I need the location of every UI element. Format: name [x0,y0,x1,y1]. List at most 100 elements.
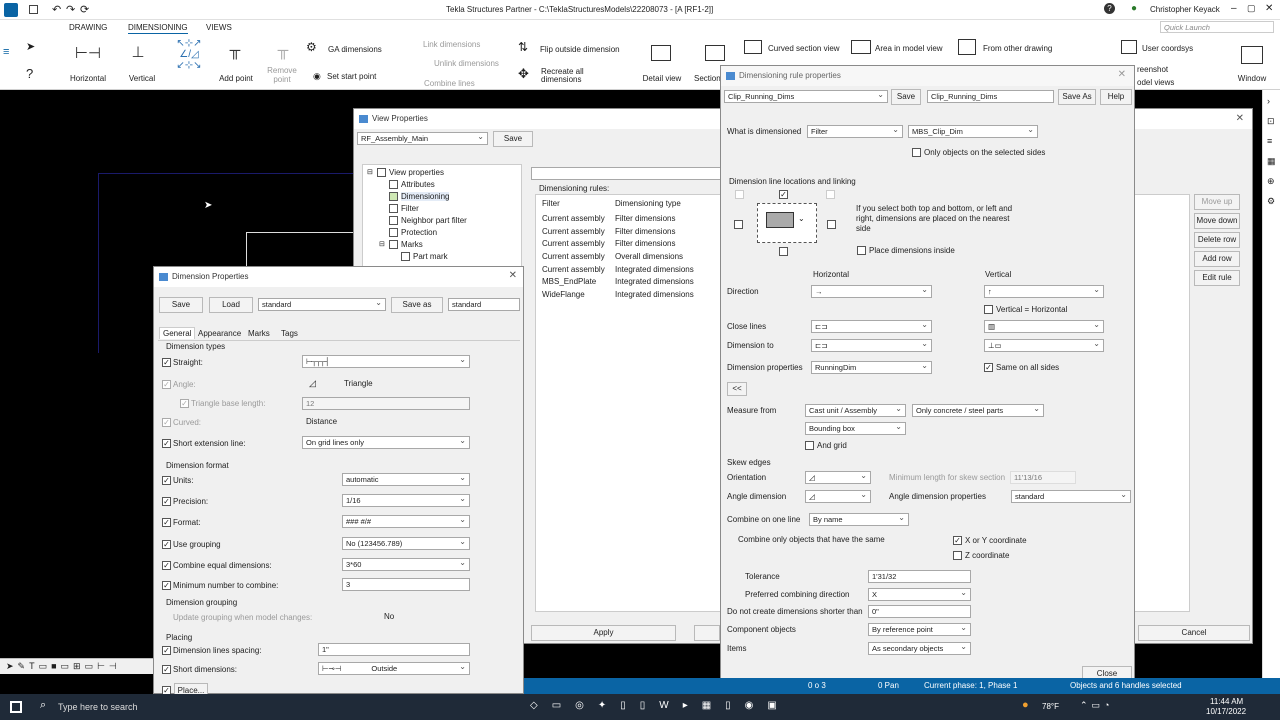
quick-launch-input[interactable]: Quick Launch [1160,21,1274,33]
user-name[interactable]: Christopher Keyack [1150,5,1220,14]
vert-eq-horiz-checkbox[interactable] [984,305,993,314]
dim-load-button[interactable]: Load [209,297,253,313]
view-filter-input[interactable] [531,167,731,180]
collapse-button[interactable]: << [727,382,747,396]
combine-equal-select[interactable]: 3*60 [342,558,470,571]
min-combine-input[interactable]: 3 [342,578,470,591]
units-select[interactable]: automatic [342,473,470,486]
orientation-select[interactable]: ◿ [805,471,871,484]
side-chevron-icon[interactable]: › [1267,96,1270,106]
units-checkbox[interactable]: ✓ [162,476,171,485]
add-row-button[interactable]: Add row [1194,251,1240,267]
ga-dimensions-button[interactable]: GA dimensions [328,45,382,54]
short-ext-checkbox[interactable]: ✓ [162,439,171,448]
dim-save-as-input[interactable]: standard [448,298,520,311]
section-button[interactable]: Section [694,74,721,83]
tree-checkbox[interactable] [389,216,398,225]
dim-save-button[interactable]: Save [159,297,203,313]
taskbar-search-input[interactable]: Type here to search [58,702,138,712]
user-coordsys-button[interactable]: User coordsys [1142,44,1193,53]
pref-dir-select[interactable]: X [868,588,971,601]
straight-select[interactable]: ⊢┬┬┬┤ [302,355,470,368]
direction-vertical-select[interactable]: ↑ [984,285,1104,298]
angle-dim-select[interactable]: ◿ [805,490,871,503]
combine-lines-button[interactable]: Combine lines [424,79,475,88]
only-concrete-select[interactable]: Only concrete / steel parts [912,404,1044,417]
table-row-filter[interactable]: Current assembly [542,227,605,236]
direction-horizontal-select[interactable]: → [811,285,932,298]
dim-tools-icon[interactable]: ↖⊹↗ ∠/◿ ↙⊹↘ [168,38,210,71]
apply-button[interactable]: Apply [531,625,676,641]
unlink-dimensions-button[interactable]: Unlink dimensions [434,59,499,68]
tree-checkbox[interactable] [389,204,398,213]
same-all-checkbox[interactable]: ✓ [984,363,993,372]
short-dims-checkbox[interactable]: ✓ [162,665,171,674]
edit-rule-button[interactable]: Edit rule [1194,270,1240,286]
bottom-side-checkbox[interactable] [779,247,788,256]
table-row-type[interactable]: Filter dimensions [615,214,675,223]
delete-row-button[interactable]: Delete row [1194,232,1240,248]
bounding-box-select[interactable]: Bounding box [805,422,906,435]
curved-value[interactable]: Distance [306,417,337,426]
tree-marks[interactable]: Marks [401,240,423,249]
tree-attributes[interactable]: Attributes [401,180,435,189]
place-inside-checkbox[interactable] [857,246,866,255]
side-settings-icon[interactable]: ⚙ [1267,196,1275,207]
left-side-checkbox[interactable] [734,220,743,229]
recreate-all-button[interactable]: Recreate all dimensions [541,68,591,84]
vertical-dim-icon[interactable]: ⊥ [128,43,148,61]
redo-icon[interactable]: ↷ [66,3,75,16]
dim-props-close-icon[interactable]: ✕ [509,270,517,281]
tree-checkbox[interactable] [401,252,410,261]
tab-appearance[interactable]: Appearance [195,328,244,339]
windows-start-icon[interactable] [10,701,22,713]
table-row-type[interactable]: Filter dimensions [615,227,675,236]
view-props-close-icon[interactable]: ✕ [1236,113,1244,124]
remove-point-button[interactable]: Remove point [262,66,302,84]
tree-checkbox[interactable] [377,168,386,177]
tree-checkbox[interactable] [389,240,398,249]
table-row-type[interactable]: Integrated dimensions [615,277,694,286]
add-point-icon[interactable]: ╥ [224,42,246,59]
tree-expand-icon[interactable]: ⊟ [367,168,373,176]
vertical-button[interactable]: Vertical [124,74,160,83]
from-other-button[interactable]: From other drawing [983,44,1052,53]
hamburger-icon[interactable]: ≡ [3,46,9,58]
tree-checkbox[interactable] [389,180,398,189]
table-row-type[interactable]: Overall dimensions [615,252,683,261]
format-checkbox[interactable]: ✓ [162,518,171,527]
help-icon[interactable]: ? [1104,3,1115,14]
table-row-filter[interactable]: Current assembly [542,265,605,274]
dim-save-as-button[interactable]: Save as [391,297,443,313]
what-dimensioned-select[interactable]: Filter [807,125,903,138]
combine-equal-checkbox[interactable]: ✓ [162,561,171,570]
side-globe-icon[interactable]: ⊕ [1267,176,1275,187]
table-row-filter[interactable]: MBS_EndPlate [542,277,596,286]
rule-save-as-button[interactable]: Save As [1058,89,1096,105]
minimize-icon[interactable]: – [1231,3,1237,14]
save-icon[interactable] [29,5,38,14]
tree-expand-icon[interactable]: ⊟ [379,240,385,248]
only-selected-checkbox[interactable] [912,148,921,157]
angle-value[interactable]: Triangle [344,379,373,388]
format-select[interactable]: ### #/# [342,515,470,528]
tree-part-mark[interactable]: Part mark [413,252,448,261]
update-grouping-value[interactable]: No [384,612,394,621]
tree-view-properties[interactable]: View properties [389,168,444,177]
table-row-filter[interactable]: Current assembly [542,214,605,223]
side-grid-icon[interactable]: ▦ [1267,156,1276,167]
tree-protection[interactable]: Protection [401,228,437,237]
no-shorter-input[interactable]: 0" [868,605,971,618]
rule-name-input[interactable]: Clip_Running_Dims [927,90,1054,103]
table-row-filter[interactable]: Current assembly [542,252,605,261]
dim-to-vertical-select[interactable]: ⊥▭ [984,339,1104,352]
rule-save-button[interactable]: Save [891,89,921,105]
tab-tags[interactable]: Tags [278,328,301,339]
select-icon[interactable]: ➤ [26,40,35,53]
refresh-icon[interactable]: ⟳ [80,3,89,16]
table-row-type[interactable]: Filter dimensions [615,239,675,248]
screenshot-button[interactable]: reenshot [1137,65,1168,74]
tree-filter[interactable]: Filter [401,204,419,213]
tree-dimensioning[interactable]: Dimensioning [401,192,450,201]
items-select[interactable]: As secondary objects [868,642,971,655]
